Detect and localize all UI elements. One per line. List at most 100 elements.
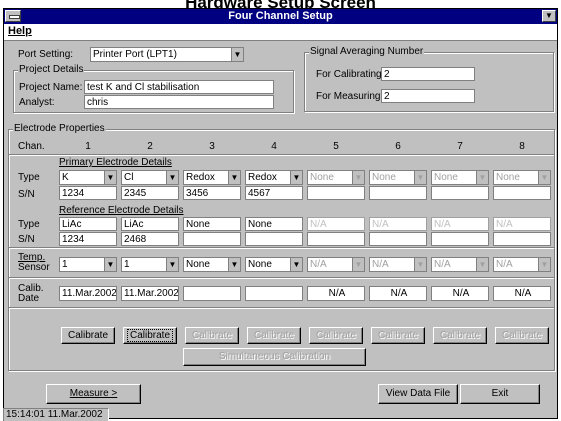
temp-sensor-select-7[interactable]: N/A ▼ xyxy=(431,257,489,272)
calibrate-button-4[interactable]: Calibrate xyxy=(247,327,301,344)
calibrate-button-8[interactable]: Calibrate xyxy=(495,327,549,344)
calibrate-button-7[interactable]: Calibrate xyxy=(433,327,487,344)
reference-type-field-3[interactable]: None xyxy=(183,217,241,231)
chan-label: Chan. xyxy=(18,141,45,152)
signal-averaging-title: Signal Averaging Number xyxy=(309,46,425,57)
calib-date-field-6: N/A xyxy=(369,286,427,301)
primary-type-select-1[interactable]: K ▼ xyxy=(59,170,117,185)
measuring-field[interactable]: 2 xyxy=(381,89,475,103)
chevron-down-icon[interactable]: ▼ xyxy=(228,171,240,184)
calibrate-button-6[interactable]: Calibrate xyxy=(371,327,425,344)
primary-sn-field-2[interactable]: 2345 xyxy=(121,186,179,200)
temp-sensor-select-1[interactable]: 1 ▼ xyxy=(59,257,117,272)
minimize-icon[interactable]: ▼ xyxy=(542,10,556,22)
chevron-down-icon[interactable]: ▼ xyxy=(476,171,488,184)
reference-type-field-6[interactable]: N/A xyxy=(369,217,427,231)
chevron-down-icon[interactable]: ▼ xyxy=(414,258,426,271)
measure-button[interactable]: Measure > xyxy=(46,384,141,404)
temp-sensor-select-4[interactable]: None ▼ xyxy=(245,257,303,272)
chevron-down-icon[interactable]: ▼ xyxy=(166,258,178,271)
reference-type-field-2[interactable]: LiAc xyxy=(121,217,179,231)
port-setting-select[interactable]: Printer Port (LPT1) ▼ xyxy=(90,47,244,62)
temp-sensor-select-5[interactable]: N/A ▼ xyxy=(307,257,365,272)
channel-header-8: 8 xyxy=(519,141,525,152)
primary-sn-field-6[interactable] xyxy=(369,186,427,200)
primary-type-select-8[interactable]: None ▼ xyxy=(493,170,551,185)
window-title: Four Channel Setup xyxy=(228,10,333,22)
calibrate-button-5[interactable]: Calibrate xyxy=(309,327,363,344)
calibrate-button-2[interactable]: Calibrate xyxy=(123,327,177,344)
calib-date-field-8: N/A xyxy=(493,286,551,301)
exit-button[interactable]: Exit xyxy=(460,384,540,404)
chevron-down-icon[interactable]: ▼ xyxy=(352,171,364,184)
divider xyxy=(9,247,554,249)
primary-sn-field-4[interactable]: 4567 xyxy=(245,186,303,200)
reference-type-label: Type xyxy=(18,219,40,230)
reference-sn-field-5[interactable] xyxy=(307,232,365,246)
chevron-down-icon[interactable]: ▼ xyxy=(104,258,116,271)
primary-sn-field-1[interactable]: 1234 xyxy=(59,186,117,200)
primary-type-select-3[interactable]: Redox ▼ xyxy=(183,170,241,185)
calibrate-button-3[interactable]: Calibrate xyxy=(185,327,239,344)
chevron-down-icon[interactable]: ▼ xyxy=(538,171,550,184)
reference-sn-field-6[interactable] xyxy=(369,232,427,246)
chevron-down-icon[interactable]: ▼ xyxy=(352,258,364,271)
calib-date-field-1: 11.Mar.2002 xyxy=(59,286,117,301)
reference-type-field-1[interactable]: LiAc xyxy=(59,217,117,231)
temp-sensor-select-3[interactable]: None ▼ xyxy=(183,257,241,272)
reference-sn-field-7[interactable] xyxy=(431,232,489,246)
divider xyxy=(9,154,554,156)
reference-type-field-7[interactable]: N/A xyxy=(431,217,489,231)
primary-type-select-1-value: K xyxy=(62,172,69,183)
chevron-down-icon[interactable]: ▼ xyxy=(538,258,550,271)
primary-type-select-5[interactable]: None ▼ xyxy=(307,170,365,185)
primary-sn-field-5[interactable] xyxy=(307,186,365,200)
divider xyxy=(9,277,554,279)
channel-header-6: 6 xyxy=(395,141,401,152)
reference-sn-field-1[interactable]: 1234 xyxy=(59,232,117,246)
chevron-down-icon[interactable]: ▼ xyxy=(414,171,426,184)
primary-sn-field-3[interactable]: 3456 xyxy=(183,186,241,200)
temp-sensor-select-6-value: N/A xyxy=(372,259,389,270)
temp-sensor-select-8[interactable]: N/A ▼ xyxy=(493,257,551,272)
primary-sn-field-7[interactable] xyxy=(431,186,489,200)
temp-sensor-select-2[interactable]: 1 ▼ xyxy=(121,257,179,272)
reference-type-field-5[interactable]: N/A xyxy=(307,217,365,231)
primary-type-select-7[interactable]: None ▼ xyxy=(431,170,489,185)
calibrate-button-1[interactable]: Calibrate xyxy=(61,327,115,344)
calibrating-field[interactable]: 2 xyxy=(381,67,475,81)
menu-help[interactable]: Help xyxy=(8,25,32,37)
chevron-down-icon[interactable]: ▼ xyxy=(228,258,240,271)
temp-sensor-select-7-value: N/A xyxy=(434,259,451,270)
chevron-down-icon[interactable]: ▼ xyxy=(290,258,302,271)
chevron-down-icon[interactable]: ▼ xyxy=(166,171,178,184)
chevron-down-icon[interactable]: ▼ xyxy=(290,171,302,184)
primary-type-select-4[interactable]: Redox ▼ xyxy=(245,170,303,185)
project-name-field[interactable]: test K and Cl stabilisation xyxy=(84,80,274,94)
calib-date-field-3 xyxy=(183,286,241,301)
reference-sn-field-4[interactable] xyxy=(245,232,303,246)
primary-type-select-6[interactable]: None ▼ xyxy=(369,170,427,185)
chevron-down-icon[interactable]: ▼ xyxy=(104,171,116,184)
calibrating-label: For Calibrating: xyxy=(316,69,385,80)
calib-date-field-7: N/A xyxy=(431,286,489,301)
reference-sn-field-3[interactable] xyxy=(183,232,241,246)
primary-type-label: Type xyxy=(18,172,40,183)
chevron-down-icon[interactable]: ▼ xyxy=(231,48,243,61)
chevron-down-icon[interactable]: ▼ xyxy=(476,258,488,271)
reference-type-field-4[interactable]: None xyxy=(245,217,303,231)
reference-sn-field-2[interactable]: 2468 xyxy=(121,232,179,246)
reference-sn-field-8[interactable] xyxy=(493,232,551,246)
simultaneous-calibration-button[interactable]: Simultaneous Calibration xyxy=(183,348,366,366)
temp-label-line2: Sensor xyxy=(18,262,50,273)
temp-sensor-select-6[interactable]: N/A ▼ xyxy=(369,257,427,272)
calib-date-field-4 xyxy=(245,286,303,301)
view-data-file-button[interactable]: View Data File xyxy=(378,384,458,404)
primary-type-select-2[interactable]: Cl ▼ xyxy=(121,170,179,185)
analyst-field[interactable]: chris xyxy=(84,95,274,109)
primary-sn-field-8[interactable] xyxy=(493,186,551,200)
signal-averaging-group: Signal Averaging Number xyxy=(304,46,554,112)
reference-details-label: Reference Electrode Details xyxy=(59,205,184,216)
reference-type-field-8[interactable]: N/A xyxy=(493,217,551,231)
primary-sn-label: S/N xyxy=(18,189,35,200)
